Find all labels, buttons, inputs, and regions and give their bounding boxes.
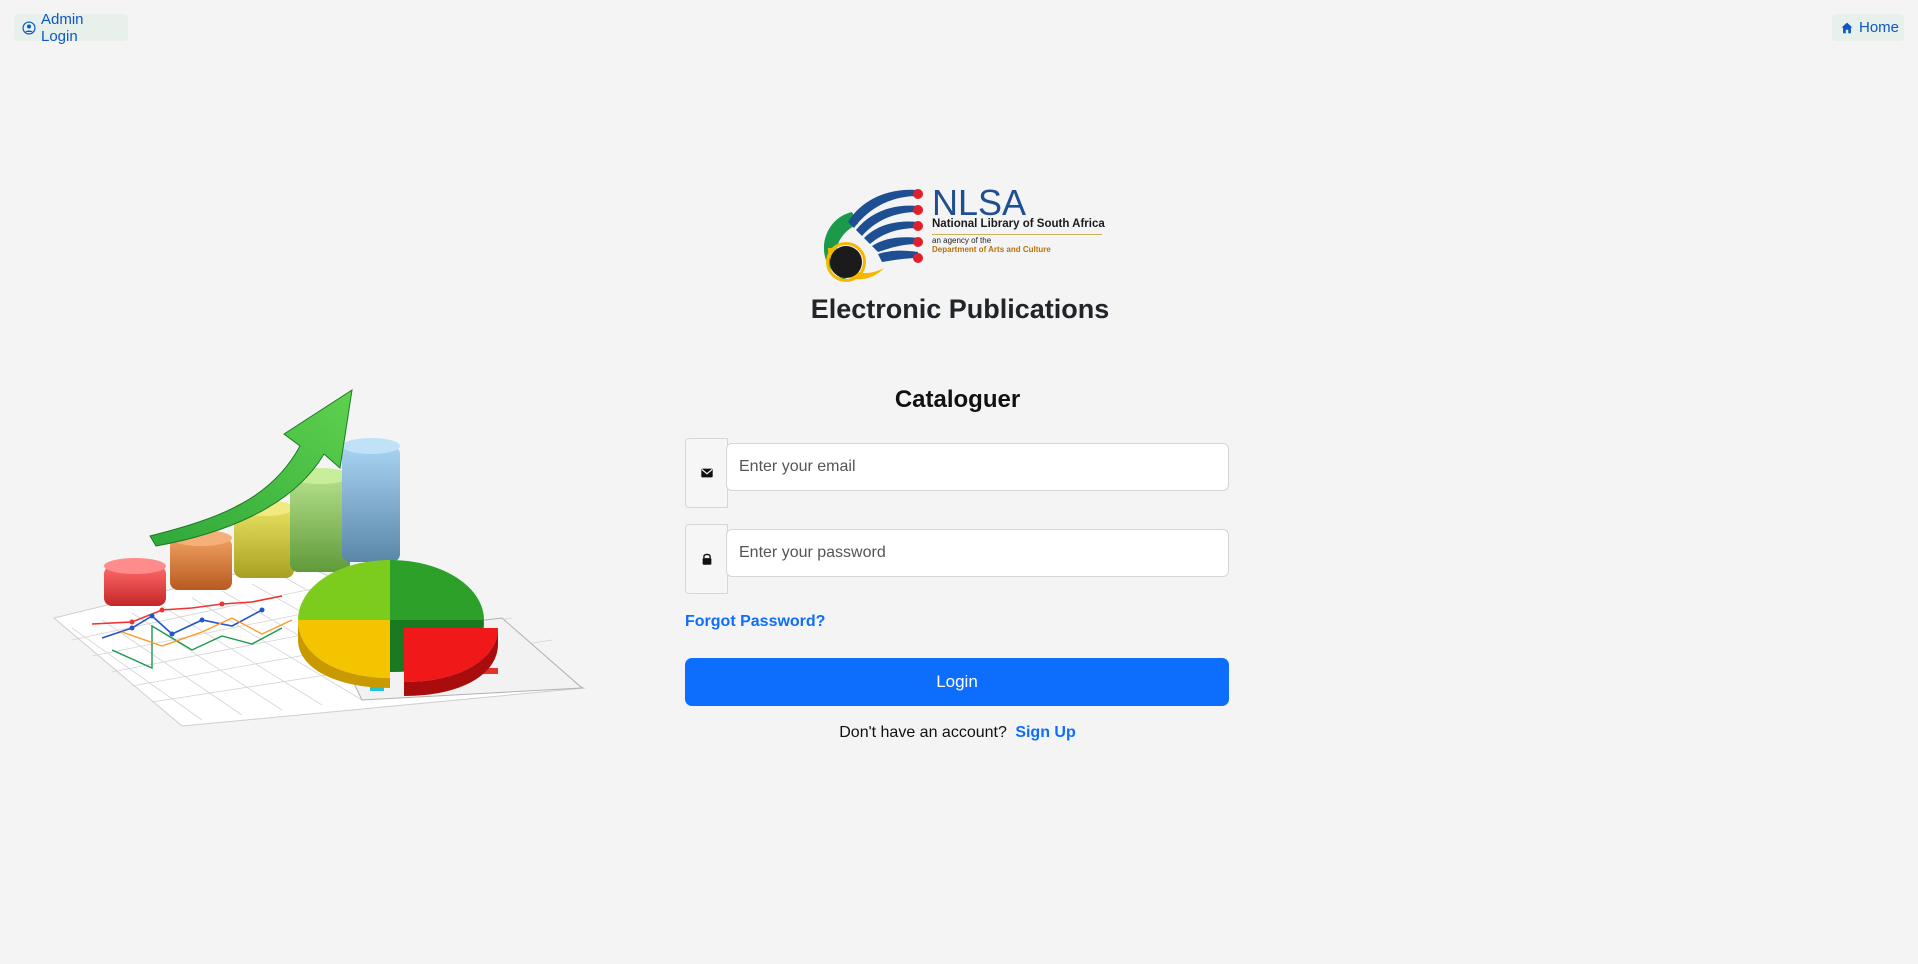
signup-row: Don't have an account? Sign Up bbox=[685, 724, 1230, 742]
envelope-icon bbox=[685, 438, 728, 508]
logo-full-name: National Library of South Africa bbox=[932, 218, 1105, 230]
email-field[interactable] bbox=[726, 443, 1229, 491]
home-button[interactable]: Home bbox=[1832, 14, 1904, 41]
home-icon bbox=[1840, 21, 1854, 35]
form-title: Cataloguer bbox=[894, 386, 1021, 413]
user-circle-icon bbox=[22, 20, 36, 35]
home-label: Home bbox=[1859, 19, 1900, 36]
nlsa-logo: NLSA National Library of South Africa an… bbox=[814, 182, 1105, 290]
logo-divider bbox=[932, 234, 1102, 235]
logo-agency-line: an agency of the bbox=[932, 236, 992, 245]
charts-illustration bbox=[52, 388, 587, 728]
password-input-group bbox=[685, 524, 1230, 594]
no-account-text: Don't have an account? bbox=[839, 724, 1007, 741]
forgot-password-link[interactable]: Forgot Password? bbox=[685, 613, 825, 631]
login-button[interactable]: Login bbox=[685, 658, 1229, 706]
signup-link[interactable]: Sign Up bbox=[1015, 724, 1075, 741]
lock-icon bbox=[685, 524, 728, 594]
admin-login-button[interactable]: Admin Login bbox=[14, 11, 128, 45]
logo-department: Department of Arts and Culture bbox=[932, 245, 1051, 254]
admin-login-label: Admin Login bbox=[41, 10, 84, 45]
login-page: Admin Login Home NLSA National Library o… bbox=[0, 0, 1918, 964]
app-title: Electronic Publications bbox=[810, 294, 1110, 324]
password-field[interactable] bbox=[726, 529, 1229, 577]
email-input-group bbox=[685, 438, 1230, 508]
